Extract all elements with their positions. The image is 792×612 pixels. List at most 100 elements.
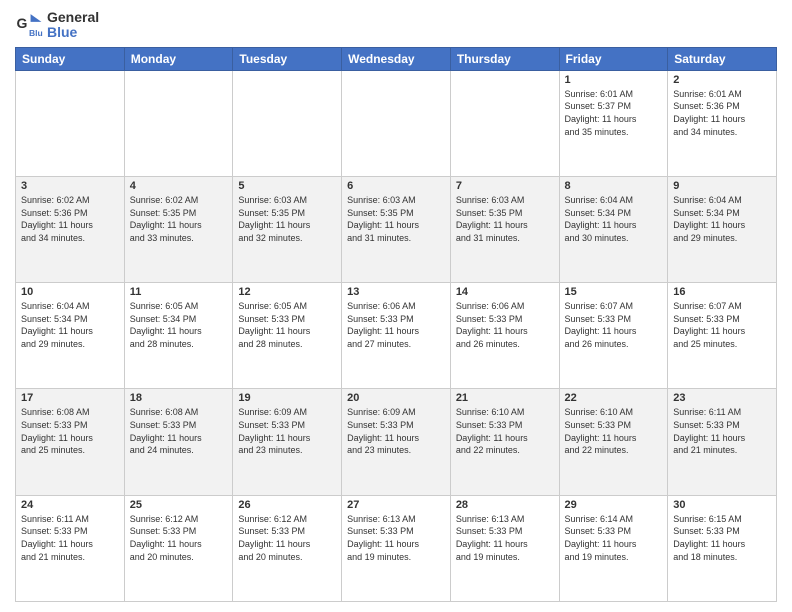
calendar-cell: 26 Sunrise: 6:12 AM Sunset: 5:33 PM Dayli… [233,495,342,601]
calendar-cell: 23 Sunrise: 6:11 AM Sunset: 5:33 PM Dayli… [668,389,777,495]
day-info: Sunrise: 6:06 AM Sunset: 5:33 PM Dayligh… [456,300,554,350]
day-info: Sunrise: 6:11 AM Sunset: 5:33 PM Dayligh… [21,513,119,563]
calendar-cell: 28 Sunrise: 6:13 AM Sunset: 5:33 PM Dayli… [450,495,559,601]
calendar-cell: 10Sunrise: 6:04 AM Sunset: 5:34 PM Dayli… [16,283,125,389]
calendar-cell: 11 Sunrise: 6:05 AM Sunset: 5:34 PM Dayli… [124,283,233,389]
day-info: Sunrise: 6:12 AM Sunset: 5:33 PM Dayligh… [130,513,228,563]
day-info: Sunrise: 6:06 AM Sunset: 5:33 PM Dayligh… [347,300,445,350]
day-number: 22 [565,392,663,404]
calendar-cell: 9 Sunrise: 6:04 AM Sunset: 5:34 PM Daylig… [668,177,777,283]
calendar-table: SundayMondayTuesdayWednesdayThursdayFrid… [15,47,777,602]
calendar-cell: 22Sunrise: 6:10 AM Sunset: 5:33 PM Dayli… [559,389,668,495]
calendar-cell: 17 Sunrise: 6:08 AM Sunset: 5:33 PM Dayli… [16,389,125,495]
day-info: Sunrise: 6:01 AM Sunset: 5:36 PM Dayligh… [673,88,771,138]
calendar-cell: 15 Sunrise: 6:07 AM Sunset: 5:33 PM Dayli… [559,283,668,389]
day-number: 20 [347,392,445,404]
weekday-header: Sunday [16,47,125,70]
calendar-cell: 6Sunrise: 6:03 AM Sunset: 5:35 PM Daylig… [342,177,451,283]
day-info: Sunrise: 6:12 AM Sunset: 5:33 PM Dayligh… [238,513,336,563]
day-number: 2 [673,74,771,86]
day-info: Sunrise: 6:10 AM Sunset: 5:33 PM Dayligh… [456,406,554,456]
day-number: 9 [673,180,771,192]
calendar-week-row: 3 Sunrise: 6:02 AM Sunset: 5:36 PM Daylig… [16,177,777,283]
day-info: Sunrise: 6:01 AM Sunset: 5:37 PM Dayligh… [565,88,663,138]
calendar-cell: 8Sunrise: 6:04 AM Sunset: 5:34 PM Daylig… [559,177,668,283]
day-info: Sunrise: 6:08 AM Sunset: 5:33 PM Dayligh… [130,406,228,456]
calendar-cell: 25Sunrise: 6:12 AM Sunset: 5:33 PM Dayli… [124,495,233,601]
day-number: 14 [456,286,554,298]
calendar-cell: 3 Sunrise: 6:02 AM Sunset: 5:36 PM Daylig… [16,177,125,283]
day-number: 30 [673,499,771,511]
day-info: Sunrise: 6:05 AM Sunset: 5:33 PM Dayligh… [238,300,336,350]
day-number: 12 [238,286,336,298]
calendar-cell: 21 Sunrise: 6:10 AM Sunset: 5:33 PM Dayli… [450,389,559,495]
calendar-cell: 19Sunrise: 6:09 AM Sunset: 5:33 PM Dayli… [233,389,342,495]
day-info: Sunrise: 6:04 AM Sunset: 5:34 PM Dayligh… [21,300,119,350]
weekday-header: Tuesday [233,47,342,70]
calendar-cell: 14 Sunrise: 6:06 AM Sunset: 5:33 PM Dayli… [450,283,559,389]
day-info: Sunrise: 6:14 AM Sunset: 5:33 PM Dayligh… [565,513,663,563]
day-number: 5 [238,180,336,192]
calendar-week-row: 10Sunrise: 6:04 AM Sunset: 5:34 PM Dayli… [16,283,777,389]
header: G Blue GeneralBlue [15,10,777,41]
calendar-cell [450,70,559,176]
day-number: 11 [130,286,228,298]
day-number: 29 [565,499,663,511]
calendar-cell: 5 Sunrise: 6:03 AM Sunset: 5:35 PM Daylig… [233,177,342,283]
logo-text: GeneralBlue [47,10,99,41]
calendar-cell: 4 Sunrise: 6:02 AM Sunset: 5:35 PM Daylig… [124,177,233,283]
calendar-cell: 7Sunrise: 6:03 AM Sunset: 5:35 PM Daylig… [450,177,559,283]
logo-general: General [47,10,99,25]
day-info: Sunrise: 6:09 AM Sunset: 5:33 PM Dayligh… [347,406,445,456]
day-info: Sunrise: 6:02 AM Sunset: 5:36 PM Dayligh… [21,194,119,244]
day-number: 17 [21,392,119,404]
day-number: 28 [456,499,554,511]
day-number: 21 [456,392,554,404]
calendar-cell: 13 Sunrise: 6:06 AM Sunset: 5:33 PM Dayli… [342,283,451,389]
day-number: 23 [673,392,771,404]
weekday-header: Monday [124,47,233,70]
day-info: Sunrise: 6:07 AM Sunset: 5:33 PM Dayligh… [673,300,771,350]
calendar-cell: 12 Sunrise: 6:05 AM Sunset: 5:33 PM Dayli… [233,283,342,389]
calendar-cell: 30Sunrise: 6:15 AM Sunset: 5:33 PM Dayli… [668,495,777,601]
day-number: 3 [21,180,119,192]
day-info: Sunrise: 6:02 AM Sunset: 5:35 PM Dayligh… [130,194,228,244]
day-info: Sunrise: 6:13 AM Sunset: 5:33 PM Dayligh… [347,513,445,563]
calendar-cell [16,70,125,176]
day-info: Sunrise: 6:08 AM Sunset: 5:33 PM Dayligh… [21,406,119,456]
weekday-header: Thursday [450,47,559,70]
day-info: Sunrise: 6:11 AM Sunset: 5:33 PM Dayligh… [673,406,771,456]
day-number: 6 [347,180,445,192]
calendar-header-row: SundayMondayTuesdayWednesdayThursdayFrid… [16,47,777,70]
day-number: 19 [238,392,336,404]
calendar-week-row: 1Sunrise: 6:01 AM Sunset: 5:37 PM Daylig… [16,70,777,176]
svg-text:G: G [17,16,28,32]
day-number: 15 [565,286,663,298]
calendar-cell: 24 Sunrise: 6:11 AM Sunset: 5:33 PM Dayli… [16,495,125,601]
weekday-header: Friday [559,47,668,70]
day-number: 4 [130,180,228,192]
day-number: 13 [347,286,445,298]
day-info: Sunrise: 6:05 AM Sunset: 5:34 PM Dayligh… [130,300,228,350]
weekday-header: Wednesday [342,47,451,70]
day-info: Sunrise: 6:13 AM Sunset: 5:33 PM Dayligh… [456,513,554,563]
calendar-cell [342,70,451,176]
calendar-cell: 27Sunrise: 6:13 AM Sunset: 5:33 PM Dayli… [342,495,451,601]
day-number: 24 [21,499,119,511]
calendar-cell: 1Sunrise: 6:01 AM Sunset: 5:37 PM Daylig… [559,70,668,176]
calendar-cell: 29 Sunrise: 6:14 AM Sunset: 5:33 PM Dayli… [559,495,668,601]
day-number: 16 [673,286,771,298]
svg-text:Blue: Blue [29,28,43,38]
day-info: Sunrise: 6:07 AM Sunset: 5:33 PM Dayligh… [565,300,663,350]
day-number: 8 [565,180,663,192]
day-number: 26 [238,499,336,511]
calendar-cell [233,70,342,176]
page: G Blue GeneralBlue SundayMondayTuesdayWe… [0,0,792,612]
day-info: Sunrise: 6:03 AM Sunset: 5:35 PM Dayligh… [238,194,336,244]
calendar-cell: 2 Sunrise: 6:01 AM Sunset: 5:36 PM Daylig… [668,70,777,176]
logo: G Blue GeneralBlue [15,10,99,41]
calendar-cell: 16 Sunrise: 6:07 AM Sunset: 5:33 PM Dayli… [668,283,777,389]
day-info: Sunrise: 6:04 AM Sunset: 5:34 PM Dayligh… [673,194,771,244]
calendar-cell: 20 Sunrise: 6:09 AM Sunset: 5:33 PM Dayli… [342,389,451,495]
weekday-header: Saturday [668,47,777,70]
